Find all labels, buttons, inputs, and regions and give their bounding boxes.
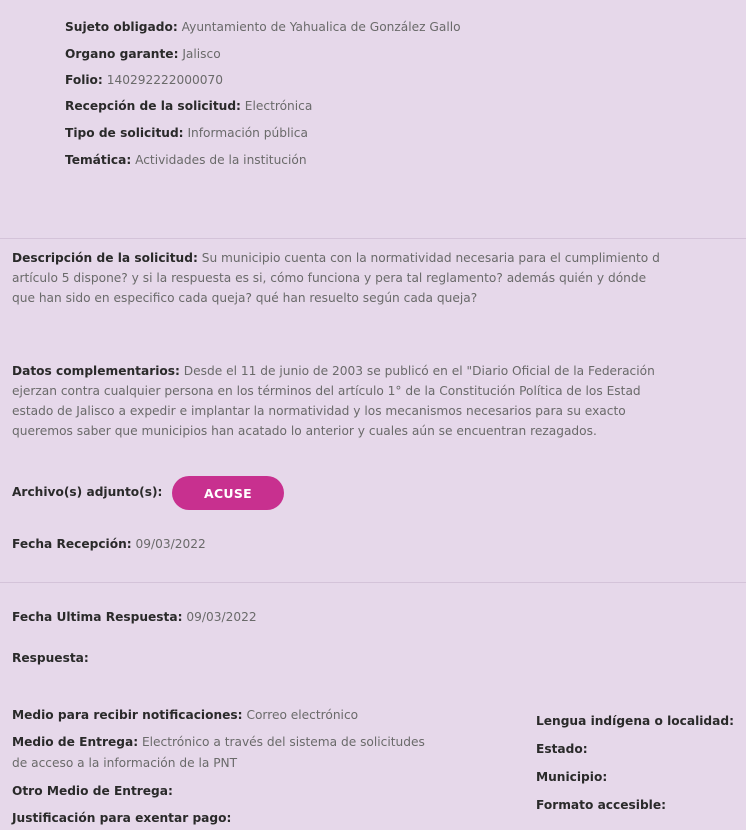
estado-row: Estado:	[536, 742, 588, 756]
sujeto-obligado-row: Sujeto obligado: Ayuntamiento de Yahuali…	[65, 20, 461, 34]
organo-garante-value: Jalisco	[182, 47, 221, 61]
tipo-solicitud-label: Tipo de solicitud:	[65, 126, 184, 140]
folio-row: Folio: 140292222000070	[65, 73, 223, 87]
divider-top	[0, 238, 746, 239]
folio-label: Folio:	[65, 73, 103, 87]
fecha-respuesta-label: Fecha Ultima Respuesta:	[12, 610, 183, 624]
descripcion-label: Descripción de la solicitud:	[12, 251, 198, 265]
estado-label: Estado:	[536, 742, 588, 756]
datos-text-1: Desde el 11 de junio de 2003 se publicó …	[183, 364, 655, 378]
descripcion-line-3: que han sido en especifico cada queja? q…	[12, 291, 478, 305]
sujeto-obligado-label: Sujeto obligado:	[65, 20, 178, 34]
medio-notificaciones-label: Medio para recibir notificaciones:	[12, 708, 243, 722]
fecha-recepcion-label: Fecha Recepción:	[12, 537, 132, 551]
medio-entrega-row: Medio de Entrega: Electrónico a través d…	[12, 735, 425, 749]
descripcion-text-1: Su municipio cuenta con la normatividad …	[201, 251, 660, 265]
otro-medio-row: Otro Medio de Entrega:	[12, 784, 173, 798]
organo-garante-label: Organo garante:	[65, 47, 179, 61]
tematica-row: Temática: Actividades de la institución	[65, 153, 307, 167]
divider-middle	[0, 582, 746, 583]
tematica-label: Temática:	[65, 153, 132, 167]
datos-line-4: queremos saber que municipios han acatad…	[12, 424, 597, 438]
municipio-label: Municipio:	[536, 770, 608, 784]
recepcion-row: Recepción de la solicitud: Electrónica	[65, 99, 312, 113]
justificacion-label: Justificación para exentar pago:	[12, 811, 232, 825]
tipo-solicitud-value: Información pública	[187, 126, 308, 140]
acuse-button[interactable]: ACUSE	[172, 476, 284, 510]
fecha-recepcion-row: Fecha Recepción: 09/03/2022	[12, 537, 206, 551]
lengua-row: Lengua indígena o localidad:	[536, 714, 734, 728]
municipio-row: Municipio:	[536, 770, 607, 784]
otro-medio-label: Otro Medio de Entrega:	[12, 784, 173, 798]
lengua-label: Lengua indígena o localidad:	[536, 714, 734, 728]
respuesta-label: Respuesta:	[12, 651, 89, 665]
justificacion-row: Justificación para exentar pago:	[12, 811, 231, 825]
medio-entrega-value: Electrónico a través del sistema de soli…	[141, 735, 425, 749]
datos-line-2: ejerzan contra cualquier persona en los …	[12, 384, 641, 398]
tipo-solicitud-row: Tipo de solicitud: Información pública	[65, 126, 308, 140]
datos-line-1: Datos complementarios: Desde el 11 de ju…	[12, 364, 746, 378]
recepcion-value: Electrónica	[244, 99, 313, 113]
archivo-adjunto-text: Archivo(s) adjunto(s):	[12, 485, 163, 499]
tematica-value: Actividades de la institución	[135, 153, 307, 167]
datos-label: Datos complementarios:	[12, 364, 180, 378]
datos-line-3: estado de Jalisco a expedir e implantar …	[12, 404, 626, 418]
descripcion-line-2: artículo 5 dispone? y si la respuesta es…	[12, 271, 647, 285]
medio-notificaciones-value: Correo electrónico	[246, 708, 359, 722]
organo-garante-row: Organo garante: Jalisco	[65, 47, 221, 61]
archivo-adjunto-label: Archivo(s) adjunto(s):	[12, 485, 162, 499]
formato-label: Formato accesible:	[536, 798, 666, 812]
medio-notificaciones-row: Medio para recibir notificaciones: Corre…	[12, 708, 358, 722]
medio-entrega-value-2: de acceso a la información de la PNT	[12, 756, 238, 770]
sujeto-obligado-value: Ayuntamiento de Yahualica de González Ga…	[181, 20, 461, 34]
respuesta-row: Respuesta:	[12, 651, 89, 665]
descripcion-line-1: Descripción de la solicitud: Su municipi…	[12, 251, 746, 265]
medio-entrega-label: Medio de Entrega:	[12, 735, 139, 749]
formato-row: Formato accesible:	[536, 798, 666, 812]
folio-value: 140292222000070	[106, 73, 223, 87]
recepcion-label: Recepción de la solicitud:	[65, 99, 241, 113]
fecha-respuesta-row: Fecha Ultima Respuesta: 09/03/2022	[12, 610, 257, 624]
fecha-respuesta-value: 09/03/2022	[186, 610, 257, 624]
fecha-recepcion-value: 09/03/2022	[135, 537, 206, 551]
